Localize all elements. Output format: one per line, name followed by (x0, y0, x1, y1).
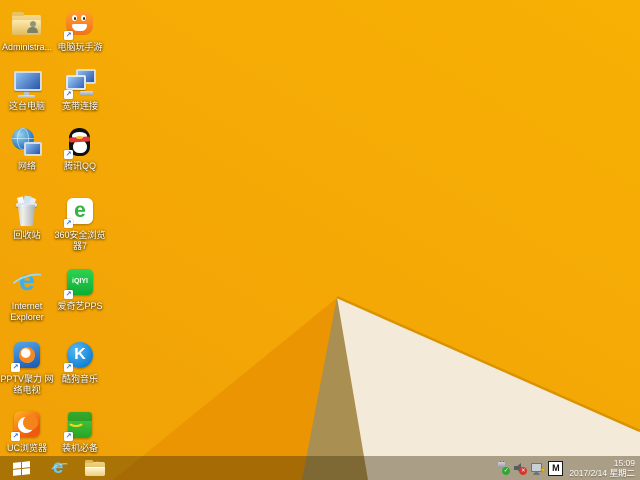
file-explorer-icon (85, 459, 105, 476)
desktop-icon-label: 装机必备 (61, 443, 98, 453)
desktop-icon-uc-browser[interactable]: ↗ UC浏览器 (0, 408, 56, 454)
system-tray: ✓ ✕ * M 15:09 2017/2/14 星期二 (497, 456, 638, 480)
shopping-bag-icon: ↗ (63, 408, 97, 442)
start-button[interactable] (9, 457, 33, 479)
shortcut-arrow-icon: ↗ (11, 432, 20, 441)
taskbar: e ✓ ✕ * M 15:09 2017/2/14 星期二 (0, 456, 640, 480)
ime-indicator[interactable]: M (548, 460, 564, 476)
desktop-icon-label: 电脑玩手游 (57, 42, 103, 52)
desktop-icon-this-pc[interactable]: 这台电脑 (0, 66, 56, 112)
network-globe-icon (10, 126, 44, 160)
desktop-icon-label: 360安全浏览器7 (54, 230, 106, 251)
taskbar-internet-explorer-button[interactable]: e (46, 457, 70, 479)
desktop-icon-label: 腾讯QQ (63, 161, 96, 171)
windows-logo-icon (12, 460, 30, 476)
shortcut-arrow-icon: ↗ (64, 219, 73, 228)
uc-browser-icon: ↗ (10, 408, 44, 442)
desktop-icon-network[interactable]: 网络 (0, 126, 56, 172)
desktop-icon-360-safe-browser[interactable]: e ↗ 360安全浏览器7 (51, 195, 109, 252)
desktop-icon-tencent-qq[interactable]: ↗ 腾讯QQ (51, 126, 109, 172)
internet-explorer-icon: e (8, 266, 49, 300)
iqiyi-icon: iQIYI ↗ (63, 266, 97, 300)
taskbar-file-explorer-button[interactable] (83, 457, 107, 479)
desktop-icon-label: Administra... (1, 42, 52, 52)
clock-date: 2017/2/14 星期二 (569, 468, 635, 478)
taskbar-clock[interactable]: 15:09 2017/2/14 星期二 (567, 458, 638, 478)
clock-time: 15:09 (613, 458, 635, 468)
desktop-icon-kugou-music[interactable]: K ↗ 酷狗音乐 (51, 339, 109, 385)
shortcut-arrow-icon: ↗ (64, 150, 73, 159)
shortcut-arrow-icon: ↗ (64, 363, 73, 372)
desktop-icon-label: 宽带连接 (61, 101, 98, 111)
desktop-icon-label: UC浏览器 (7, 443, 47, 453)
network-status-icon[interactable]: * (531, 461, 545, 478)
desktop-icon-software-essentials[interactable]: ↗ 装机必备 (51, 408, 109, 454)
monster-game-icon: ↗ (63, 7, 97, 41)
desktop-icon-recycle-bin[interactable]: 回收站 (0, 195, 56, 241)
kugou-icon: K ↗ (63, 339, 97, 373)
desktop-icon-broadband-connection[interactable]: ↗ 宽带连接 (51, 66, 109, 112)
desktop-icon-label: 回收站 (13, 230, 41, 240)
pptv-icon: ↗ (10, 339, 44, 373)
volume-muted-icon[interactable]: ✕ (514, 461, 528, 475)
shortcut-arrow-icon: ↗ (64, 290, 73, 299)
shortcut-arrow-icon: ↗ (64, 31, 73, 40)
internet-explorer-icon: e (52, 457, 64, 478)
shortcut-arrow-icon: ↗ (64, 90, 73, 99)
desktop-icon-label: 爱奇艺PPS (57, 301, 103, 311)
360-browser-icon: e ↗ (63, 195, 97, 229)
usb-safely-remove-icon[interactable]: ✓ (497, 460, 511, 475)
taskbar-left: e (0, 456, 107, 480)
qq-penguin-icon: ↗ (63, 126, 97, 160)
desktop-icon-pptv[interactable]: ↗ PPTV聚力 网络电视 (0, 339, 56, 396)
computer-icon (10, 66, 44, 100)
shortcut-arrow-icon: ↗ (11, 363, 20, 372)
desktop-icon-label: PPTV聚力 网络电视 (0, 374, 54, 395)
shortcut-arrow-icon: ↗ (64, 432, 73, 441)
desktop-icon-label: 酷狗音乐 (61, 374, 98, 384)
user-folder-icon (10, 7, 44, 41)
desktop-icon-label: Internet Explorer (10, 301, 44, 322)
desktop-icon-iqiyi-pps[interactable]: iQIYI ↗ 爱奇艺PPS (51, 266, 109, 312)
recycle-bin-icon (10, 195, 44, 229)
desktop-icon-label: 这台电脑 (8, 101, 45, 111)
desktop-icon-label: 网络 (17, 161, 36, 171)
broadband-icon: ↗ (63, 66, 97, 100)
desktop-icon-pc-mobile-games[interactable]: ↗ 电脑玩手游 (51, 7, 109, 53)
desktop-icon-administrator[interactable]: Administra... (0, 7, 56, 53)
desktop-icon-internet-explorer[interactable]: e Internet Explorer (0, 266, 56, 323)
